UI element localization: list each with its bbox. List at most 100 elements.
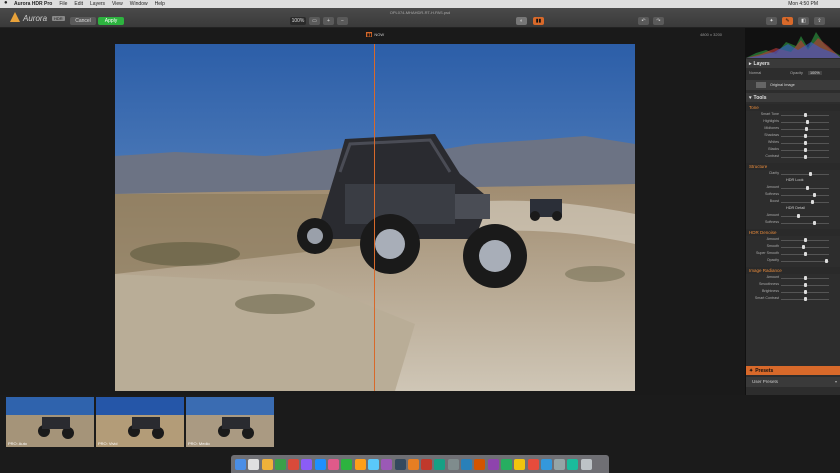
dock-app-icon[interactable] xyxy=(288,458,300,470)
slider-thumb[interactable] xyxy=(804,297,807,301)
apple-icon[interactable]: ● xyxy=(4,0,8,6)
slider-thumb[interactable] xyxy=(804,238,807,242)
dock-app-icon[interactable] xyxy=(580,458,592,470)
user-presets-select[interactable]: User Presets ▾ xyxy=(746,377,840,387)
slider-row[interactable]: Softness xyxy=(746,192,840,198)
zoom-out-icon[interactable]: − xyxy=(337,17,348,25)
slider-thumb[interactable] xyxy=(804,127,808,131)
split-view-icon[interactable]: ▮▮ xyxy=(533,17,544,25)
flame-icon[interactable]: ✦ xyxy=(766,17,777,25)
dock-app-icon[interactable] xyxy=(248,458,260,470)
slider-thumb[interactable] xyxy=(801,245,805,249)
dock-app-icon[interactable] xyxy=(514,458,526,470)
dock-app-icon[interactable] xyxy=(301,458,313,470)
layer-item-original[interactable]: Original Image xyxy=(746,80,840,90)
dock-app-icon[interactable] xyxy=(487,458,499,470)
slider-thumb[interactable] xyxy=(813,193,817,197)
slider-row[interactable]: Highlights xyxy=(746,119,840,125)
menu-file[interactable]: File xyxy=(59,1,67,7)
section-header[interactable]: Tone xyxy=(746,104,840,111)
undo-icon[interactable]: ↶ xyxy=(638,17,649,25)
slider-thumb[interactable] xyxy=(824,259,828,263)
compare-split-line[interactable] xyxy=(374,44,375,391)
slider-track[interactable] xyxy=(781,195,829,196)
slider-thumb[interactable] xyxy=(813,221,817,225)
slider-row[interactable]: Contrast xyxy=(746,154,840,160)
menu-app-name[interactable]: Aurora HDR Pro xyxy=(14,1,52,7)
slider-thumb[interactable] xyxy=(810,200,814,204)
slider-track[interactable] xyxy=(781,216,829,217)
slider-row[interactable]: Shadows xyxy=(746,133,840,139)
slider-row[interactable]: Brightness xyxy=(746,289,840,295)
slider-row[interactable]: Clarity xyxy=(746,171,840,177)
slider-row[interactable]: Amount xyxy=(746,275,840,281)
slider-thumb[interactable] xyxy=(804,283,807,287)
slider-row[interactable]: Midtones xyxy=(746,126,840,132)
slider-track[interactable] xyxy=(781,202,829,203)
blend-mode-select[interactable]: Normal xyxy=(749,71,761,75)
slider-row[interactable]: Smooth xyxy=(746,244,840,250)
zoom-in-icon[interactable]: + xyxy=(323,17,334,25)
tools-header[interactable]: ▾ Tools xyxy=(746,93,840,102)
slider-row[interactable]: Amount xyxy=(746,185,840,191)
slider-thumb[interactable] xyxy=(804,141,807,145)
layers-expand-icon[interactable]: ▸ xyxy=(749,61,752,67)
dock-app-icon[interactable] xyxy=(527,458,539,470)
slider-thumb[interactable] xyxy=(804,276,807,280)
dock-app-icon[interactable] xyxy=(235,458,246,470)
slider-row[interactable]: Amount xyxy=(746,237,840,243)
dock-app-icon[interactable] xyxy=(274,458,286,470)
slider-thumb[interactable] xyxy=(797,214,801,218)
dock-app-icon[interactable] xyxy=(434,458,446,470)
dock-app-icon[interactable] xyxy=(354,458,366,470)
preset-thumbnail[interactable]: PRO: Auto xyxy=(6,397,94,447)
slider-thumb[interactable] xyxy=(808,172,812,176)
dock-app-icon[interactable] xyxy=(474,458,486,470)
slider-thumb[interactable] xyxy=(806,120,810,124)
fit-screen-icon[interactable]: ▭ xyxy=(309,17,320,25)
dock-app-icon[interactable] xyxy=(421,458,433,470)
subgroup-header[interactable]: HDR Detail xyxy=(746,206,840,212)
dock-app-icon[interactable] xyxy=(500,458,512,470)
subgroup-header[interactable]: HDR Look xyxy=(746,178,840,184)
slider-thumb[interactable] xyxy=(804,155,807,159)
dock-app-icon[interactable] xyxy=(394,458,406,470)
dock-app-icon[interactable] xyxy=(367,458,379,470)
menu-layers[interactable]: Layers xyxy=(90,1,105,7)
dock-app-icon[interactable] xyxy=(328,458,340,470)
slider-row[interactable]: Softness xyxy=(746,220,840,226)
menu-edit[interactable]: Edit xyxy=(74,1,83,7)
menu-window[interactable]: Window xyxy=(130,1,148,7)
dock-app-icon[interactable] xyxy=(461,458,473,470)
slider-thumb[interactable] xyxy=(804,148,807,152)
share-icon[interactable]: ⇪ xyxy=(814,17,825,25)
slider-track[interactable] xyxy=(781,247,829,248)
dock-app-icon[interactable] xyxy=(407,458,419,470)
section-header[interactable]: Structure xyxy=(746,163,840,170)
slider-row[interactable]: Boost xyxy=(746,199,840,205)
slider-track[interactable] xyxy=(781,174,829,175)
eraser-icon[interactable]: ◧ xyxy=(798,17,809,25)
cancel-button[interactable]: Cancel xyxy=(70,17,96,25)
slider-track[interactable] xyxy=(781,261,829,262)
dock-app-icon[interactable] xyxy=(381,458,393,470)
chevron-down-icon[interactable]: ▾ xyxy=(835,379,837,384)
dock-app-icon[interactable] xyxy=(341,458,353,470)
dock-app-icon[interactable] xyxy=(261,458,273,470)
slider-thumb[interactable] xyxy=(804,252,807,256)
menu-help[interactable]: Help xyxy=(155,1,165,7)
slider-row[interactable]: Whites xyxy=(746,140,840,146)
slider-row[interactable]: Smart Tone xyxy=(746,112,840,118)
slider-row[interactable]: Amount xyxy=(746,213,840,219)
dock-app-icon[interactable] xyxy=(567,458,579,470)
brush-icon[interactable]: ✎ xyxy=(782,17,793,25)
apply-button[interactable]: Apply xyxy=(98,17,124,25)
slider-thumb[interactable] xyxy=(804,134,807,138)
dock-app-icon[interactable] xyxy=(540,458,552,470)
preset-thumbnail[interactable]: PRO: Vivid xyxy=(96,397,184,447)
preset-thumbnail[interactable]: PRO: Medio xyxy=(186,397,274,447)
slider-track[interactable] xyxy=(781,122,829,123)
slider-row[interactable]: Blacks xyxy=(746,147,840,153)
slider-track[interactable] xyxy=(781,188,829,189)
dock-app-icon[interactable] xyxy=(447,458,459,470)
